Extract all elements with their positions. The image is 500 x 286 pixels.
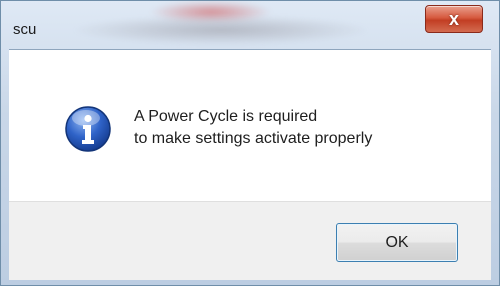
message-line-1: A Power Cycle is required	[134, 108, 318, 125]
close-button[interactable]: x	[425, 5, 483, 33]
window-title: scu	[13, 21, 37, 38]
ok-button[interactable]: OK	[336, 223, 458, 262]
title-bar[interactable]: scu x	[1, 1, 499, 49]
titlebar-glass-blur	[71, 15, 371, 45]
info-icon	[65, 106, 111, 152]
message-line-2: to make settings activate properly	[134, 130, 373, 147]
message-area: A Power Cycle is required to make settin…	[9, 49, 491, 201]
close-icon: x	[448, 8, 459, 29]
button-bar: OK	[9, 201, 491, 280]
message-text: A Power Cycle is required to make settin…	[134, 106, 372, 150]
dialog-window: scu x A Power Cycle is required to make …	[0, 0, 500, 286]
